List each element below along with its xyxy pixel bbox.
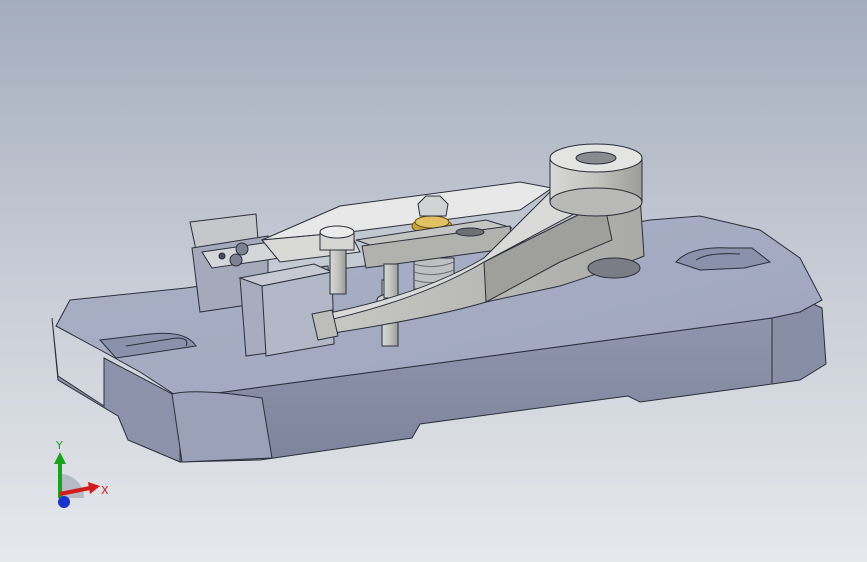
pivot-cylinder-bottom [549,187,643,217]
pin-hole [218,252,226,260]
reference-triad[interactable]: Y X [40,438,120,518]
graphics-viewport[interactable]: Y X [0,0,867,562]
pivot-bore [575,151,617,165]
y-axis-arrow-icon [54,452,66,464]
lever-slot [455,227,485,237]
x-axis-label: X [101,484,109,497]
pivot-base [587,257,641,279]
screw-head-2 [229,253,243,267]
post-mid [383,263,399,299]
x-axis-arrow-icon [88,482,100,494]
plate-corner [171,391,273,463]
screw-head-1 [235,242,249,256]
3d-model[interactable] [0,0,867,562]
y-axis-label: Y [55,439,63,452]
hex-nut [417,195,449,217]
z-axis-icon [58,496,70,508]
collar-top [319,225,355,239]
post-collar [319,225,355,251]
